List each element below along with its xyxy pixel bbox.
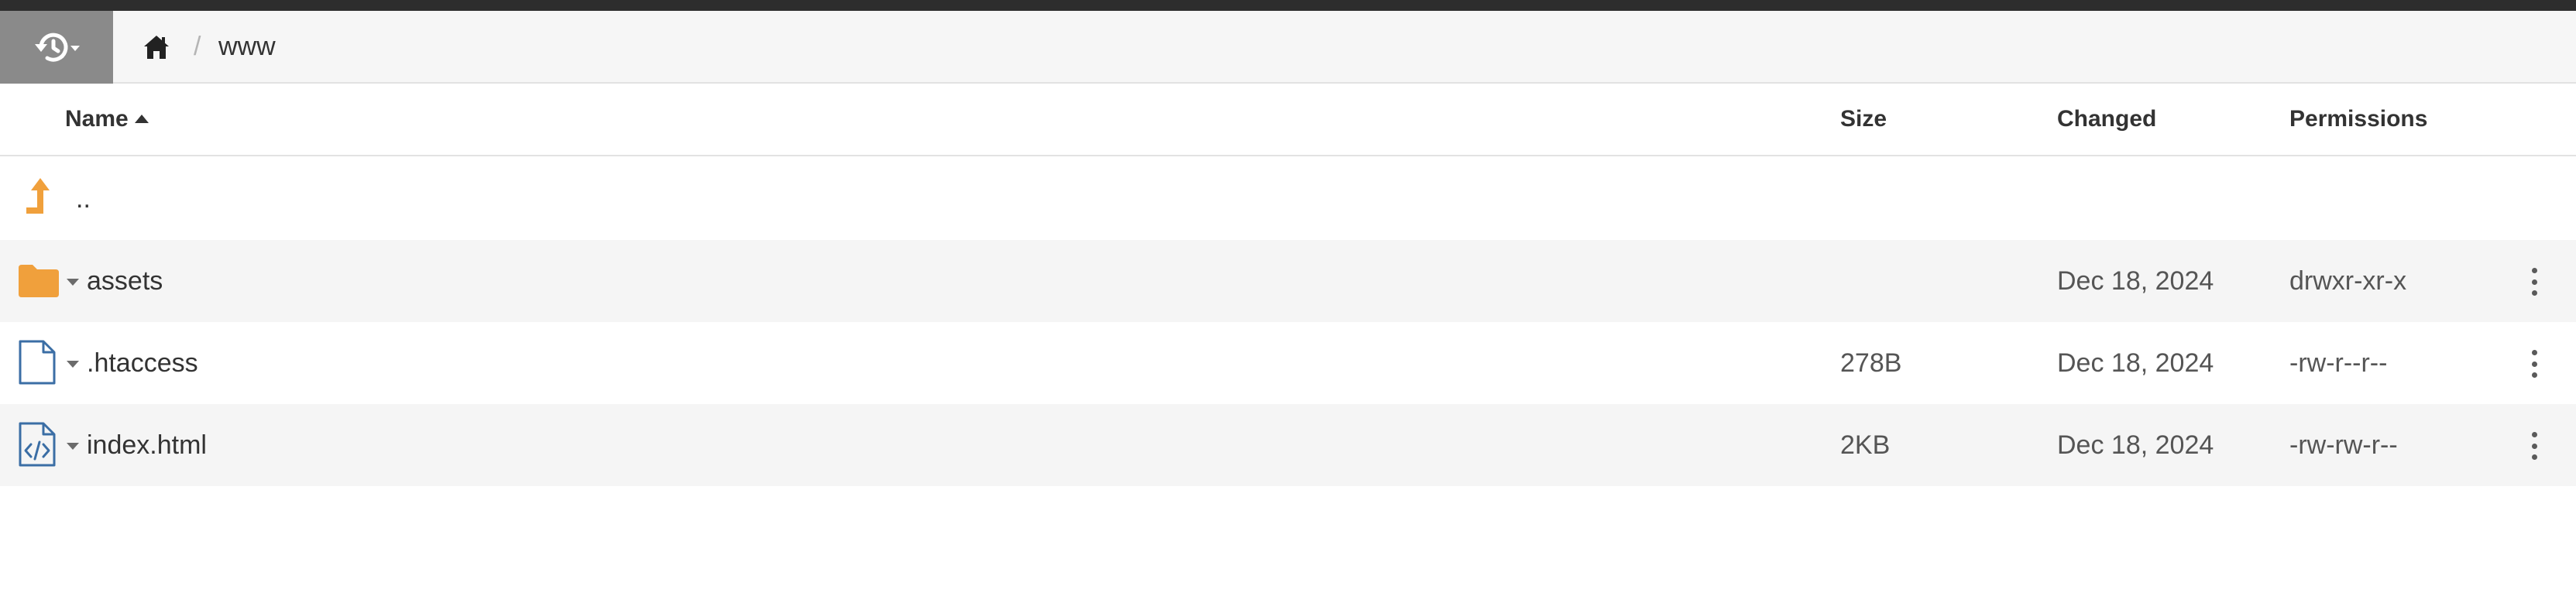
file-name[interactable]: index.html xyxy=(87,404,207,486)
navigation-bar: / www xyxy=(0,11,2576,84)
file-permissions: -rw-rw-r-- xyxy=(2289,430,2398,460)
file-permissions: -rw-r--r-- xyxy=(2289,348,2388,378)
folder-icon xyxy=(19,265,59,297)
row-actions-menu-icon[interactable] xyxy=(2526,350,2542,378)
history-button[interactable] xyxy=(0,11,113,84)
table-header: Name Size Changed Permissions xyxy=(0,84,2576,156)
column-header-name-label: Name xyxy=(65,106,129,132)
breadcrumb-home[interactable] xyxy=(143,34,170,60)
column-header-size[interactable]: Size xyxy=(1840,84,1887,155)
history-icon xyxy=(35,33,80,62)
row-menu-caret-icon[interactable] xyxy=(67,361,79,368)
file-changed-date: Dec 18, 2024 xyxy=(2057,266,2214,296)
table-row[interactable]: index.html 2KB Dec 18, 2024 -rw-rw-r-- xyxy=(0,404,2576,486)
row-actions-menu-icon[interactable] xyxy=(2526,268,2542,296)
file-name[interactable]: .htaccess xyxy=(87,322,198,404)
file-changed-date: Dec 18, 2024 xyxy=(2057,348,2214,378)
column-header-permissions[interactable]: Permissions xyxy=(2289,84,2427,155)
parent-directory-row[interactable]: .. xyxy=(0,158,2576,240)
table-row[interactable]: .htaccess 278B Dec 18, 2024 -rw-r--r-- xyxy=(0,322,2576,404)
file-changed-date: Dec 18, 2024 xyxy=(2057,430,2214,460)
file-name[interactable]: assets xyxy=(87,240,163,322)
file-permissions: drwxr-xr-x xyxy=(2289,266,2407,296)
parent-directory-label: .. xyxy=(76,184,91,214)
file-size: 278B xyxy=(1840,348,1902,378)
row-menu-caret-icon[interactable] xyxy=(67,443,79,450)
breadcrumb-current-folder[interactable]: www xyxy=(218,28,276,65)
file-size: 2KB xyxy=(1840,430,1891,460)
level-up-icon xyxy=(26,178,50,214)
row-menu-caret-icon[interactable] xyxy=(67,279,79,286)
home-icon xyxy=(144,36,169,59)
row-actions-menu-icon[interactable] xyxy=(2526,432,2542,460)
table-row[interactable]: assets Dec 18, 2024 drwxr-xr-x xyxy=(0,240,2576,322)
file-icon xyxy=(19,340,56,385)
column-header-name[interactable]: Name xyxy=(65,84,149,155)
column-header-changed[interactable]: Changed xyxy=(2057,84,2156,155)
breadcrumb-separator: / xyxy=(194,32,201,61)
code-file-icon xyxy=(19,422,56,467)
sort-ascending-icon xyxy=(134,114,149,123)
window-top-bar xyxy=(0,0,2576,11)
